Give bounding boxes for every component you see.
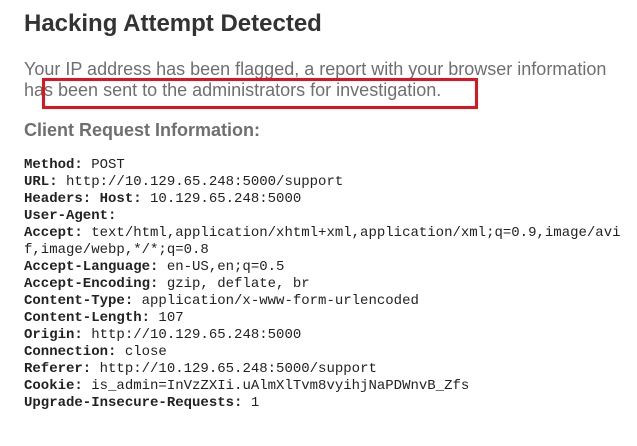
request-value: 10.129.65.248:5000 <box>141 191 302 207</box>
request-value: http://10.129.65.248:5000/support <box>91 361 377 377</box>
request-line: URL: http://10.129.65.248:5000/support <box>24 174 624 191</box>
client-request-block: Method: POST URL: http://10.129.65.248:50… <box>24 157 624 412</box>
request-line: Connection: close <box>24 344 624 361</box>
request-key: Connection: <box>24 344 117 360</box>
request-value: 1 <box>242 395 260 411</box>
request-key: Method: <box>24 157 83 173</box>
request-key: Content-Type: <box>24 293 134 309</box>
request-line: Content-Type: application/x-www-form-url… <box>24 293 624 310</box>
request-line: Referer: http://10.129.65.248:5000/suppo… <box>24 361 624 378</box>
request-value: en-US,en;q=0.5 <box>158 259 285 275</box>
request-line: Cookie: is_admin=InVzZXIi.uAlmXlTvm8vyih… <box>24 378 624 395</box>
request-key: Cookie: <box>24 378 83 394</box>
request-key: Origin: <box>24 327 83 343</box>
request-line: Headers: Host: 10.129.65.248:5000 <box>24 191 624 208</box>
section-title: Client Request Information: <box>24 120 261 140</box>
request-line: Accept-Encoding: gzip, deflate, br <box>24 276 624 293</box>
request-line: Content-Length: 107 <box>24 310 624 327</box>
request-line: User-Agent: <box>24 208 624 225</box>
request-key: User-Agent: <box>24 208 117 224</box>
request-key: Content-Length: <box>24 310 151 326</box>
request-line: Method: POST <box>24 157 624 174</box>
request-value: http://10.129.65.248:5000/support <box>57 174 344 190</box>
request-value: text/html,application/xhtml+xml,applicat… <box>24 225 621 258</box>
request-value: gzip, deflate, br <box>158 276 310 292</box>
request-key: Accept-Encoding: <box>24 276 159 292</box>
request-value: 107 <box>150 310 184 326</box>
request-value: http://10.129.65.248:5000 <box>82 327 302 343</box>
request-line: Accept-Language: en-US,en;q=0.5 <box>24 259 624 276</box>
request-key: URL: <box>24 174 58 190</box>
request-line: Accept: text/html,application/xhtml+xml,… <box>24 225 624 259</box>
request-key: Referer: <box>24 361 92 377</box>
request-value: close <box>116 344 167 360</box>
flagged-message: Your IP address has been flagged, a repo… <box>24 59 607 100</box>
request-key: Accept: <box>24 225 83 241</box>
request-key: Accept-Language: <box>24 259 159 275</box>
request-key: Upgrade-Insecure-Requests: <box>24 395 243 411</box>
request-value: POST <box>82 157 125 173</box>
request-value: application/x-www-form-urlencoded <box>133 293 419 309</box>
request-line: Origin: http://10.129.65.248:5000 <box>24 327 624 344</box>
request-line: Upgrade-Insecure-Requests: 1 <box>24 395 624 412</box>
request-key: Headers: Host: <box>24 191 142 207</box>
page-title: Hacking Attempt Detected <box>24 10 322 37</box>
request-value: is_admin=InVzZXIi.uAlmXlTvm8vyihjNaPDWnv… <box>82 378 470 394</box>
